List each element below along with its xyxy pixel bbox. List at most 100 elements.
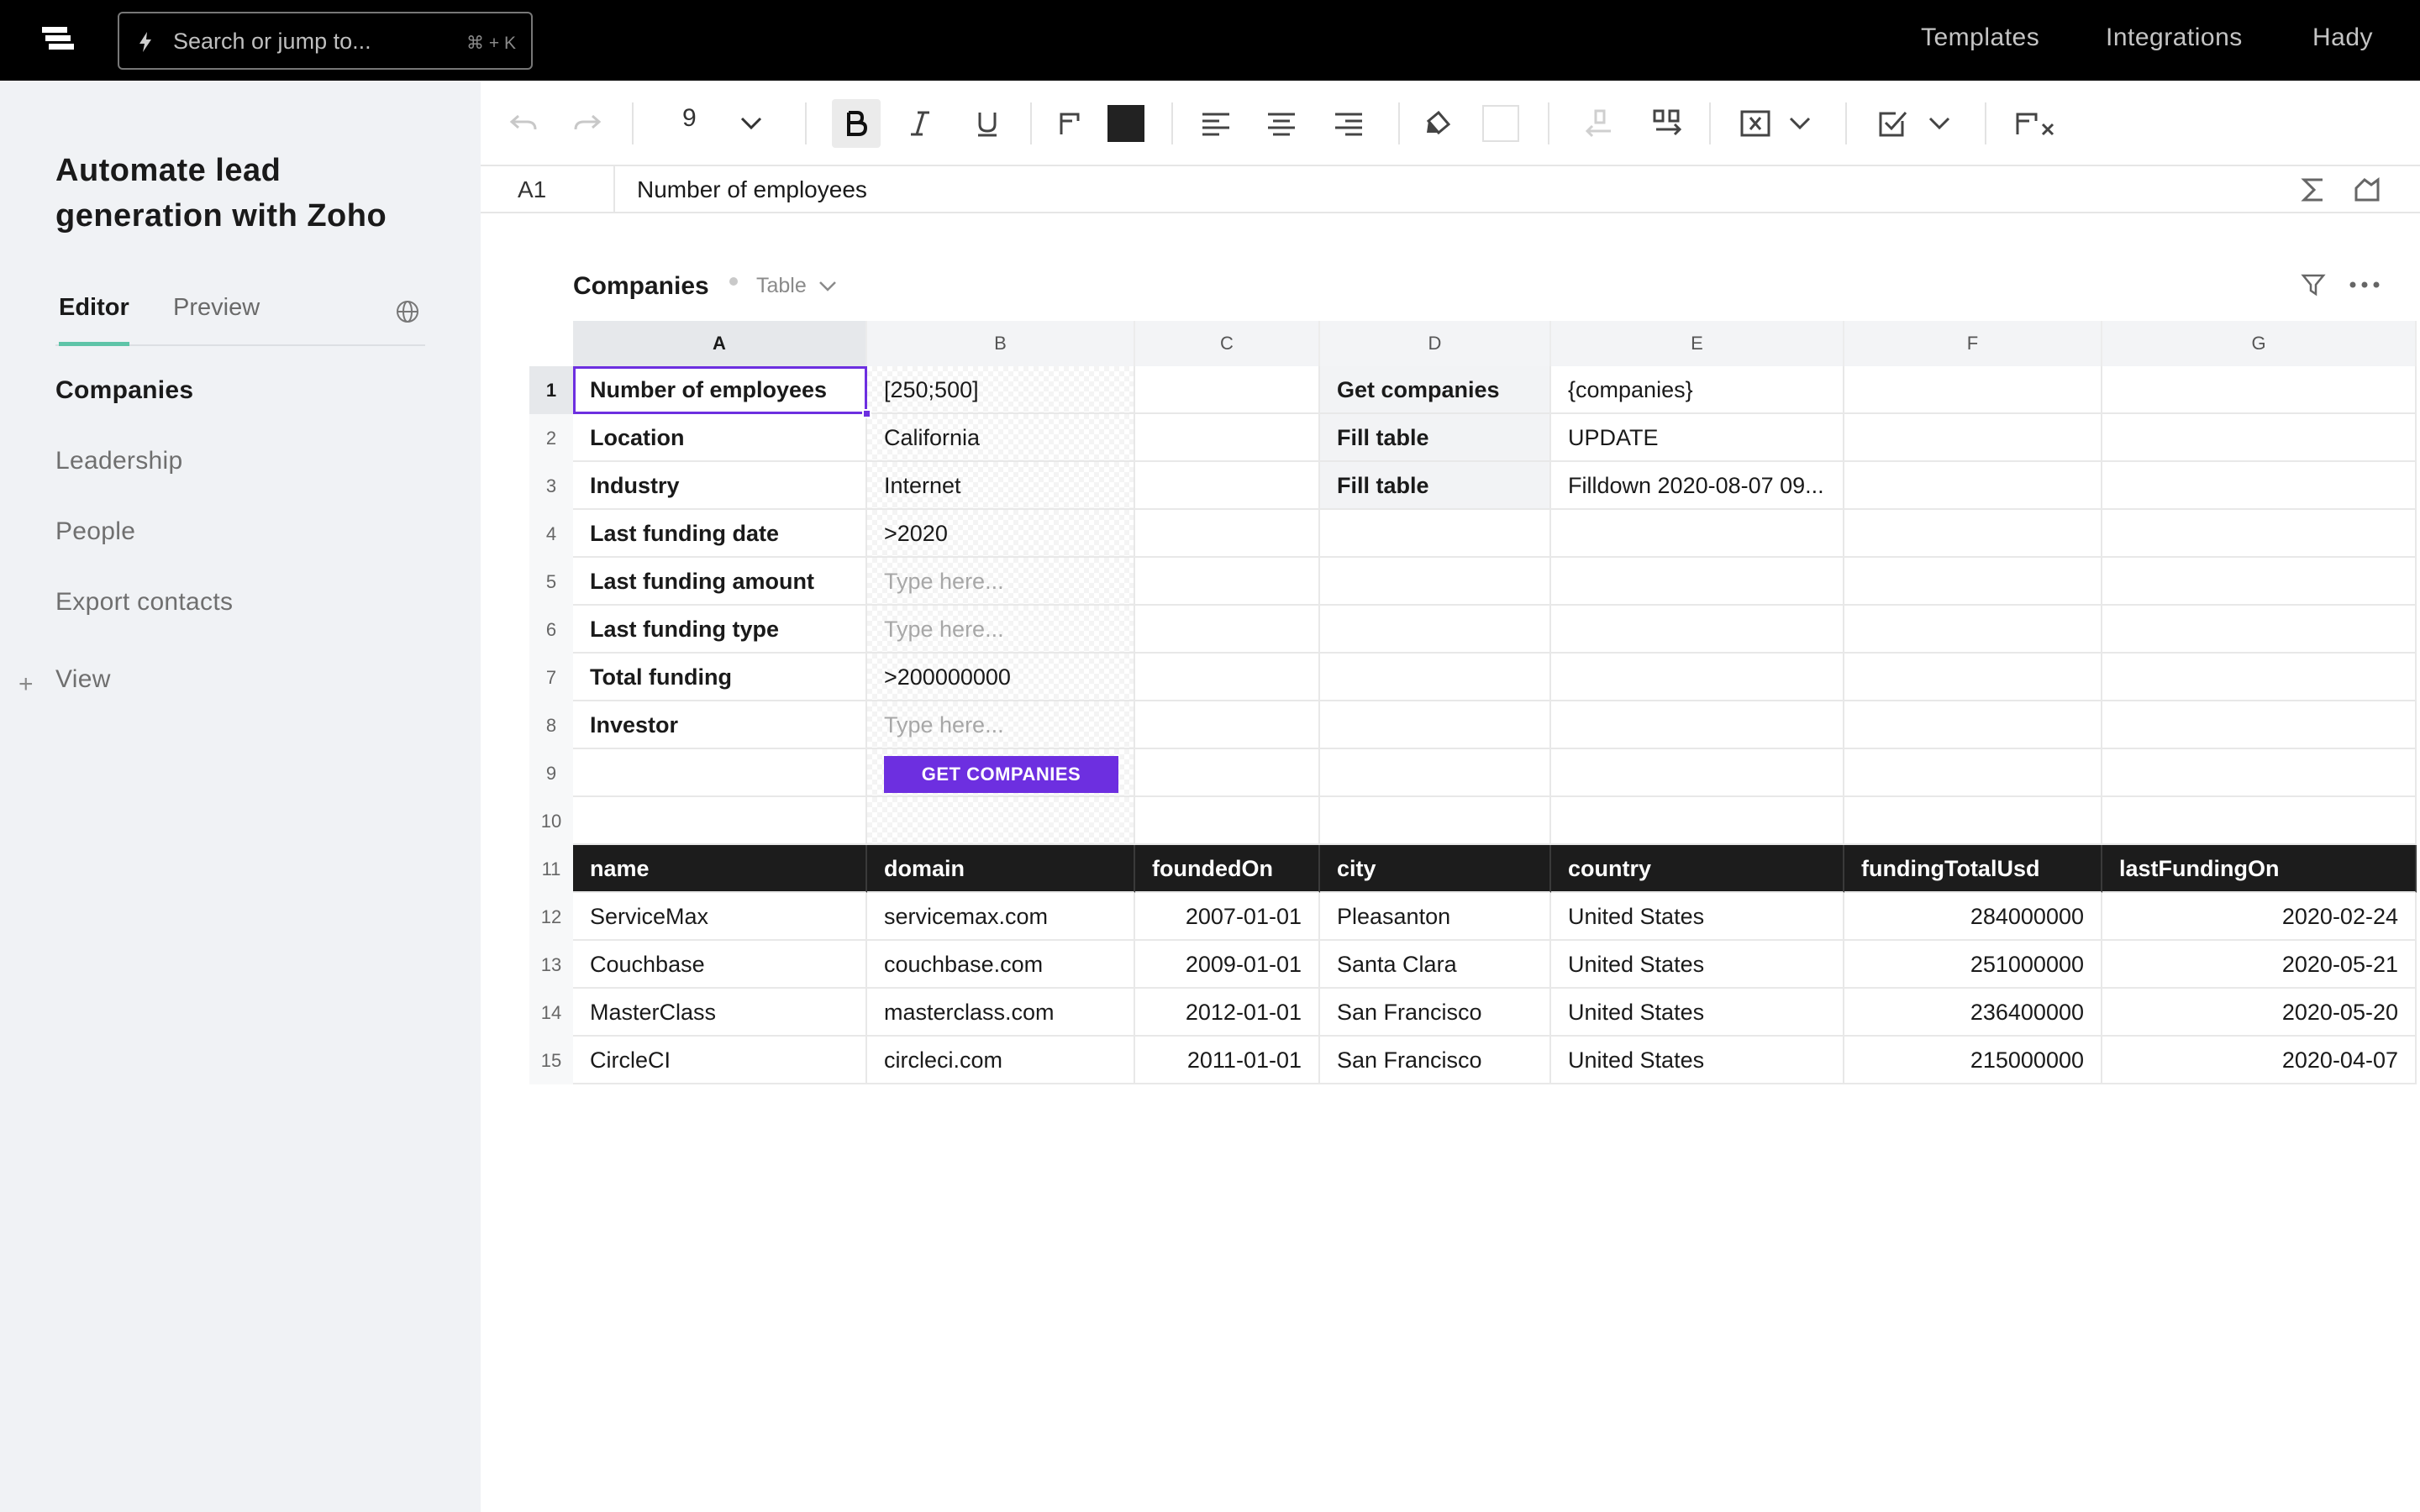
result-cell[interactable]: 2012-01-01 bbox=[1135, 989, 1320, 1037]
param-label[interactable]: Last funding amount bbox=[573, 558, 867, 606]
move-column-button[interactable] bbox=[1647, 104, 1689, 143]
row-number[interactable]: 12 bbox=[529, 893, 573, 941]
param-label[interactable]: Last funding type bbox=[573, 606, 867, 654]
result-cell[interactable]: 236400000 bbox=[1844, 989, 2102, 1037]
sidebar-item-export-contacts[interactable]: Export contacts bbox=[55, 588, 233, 617]
result-cell[interactable]: 2007-01-01 bbox=[1135, 893, 1320, 941]
nav-integrations[interactable]: Integrations bbox=[2106, 24, 2243, 52]
function-icon[interactable] bbox=[2353, 176, 2381, 203]
result-column-header[interactable]: name bbox=[573, 845, 867, 893]
action-label[interactable]: Get companies bbox=[1320, 366, 1551, 414]
table-cell[interactable] bbox=[1844, 558, 2102, 606]
result-cell[interactable]: United States bbox=[1551, 1037, 1844, 1084]
result-cell[interactable]: United States bbox=[1551, 989, 1844, 1037]
table-cell[interactable] bbox=[1320, 510, 1551, 558]
tab-editor[interactable]: Editor bbox=[59, 294, 129, 346]
table-cell[interactable] bbox=[1135, 701, 1320, 749]
column-header-f[interactable]: F bbox=[1844, 321, 2102, 366]
plus-icon[interactable]: + bbox=[18, 670, 34, 699]
param-input[interactable]: Type here... bbox=[867, 606, 1135, 654]
param-value[interactable]: Internet bbox=[867, 462, 1135, 510]
param-label[interactable]: Industry bbox=[573, 462, 867, 510]
table-cell[interactable] bbox=[1320, 606, 1551, 654]
table-cell[interactable] bbox=[1551, 510, 1844, 558]
checkbox-dropdown[interactable] bbox=[1923, 104, 1956, 143]
column-header-g[interactable]: G bbox=[2102, 321, 2417, 366]
search-input[interactable]: Search or jump to... ⌘ + K bbox=[118, 12, 533, 70]
table-cell[interactable] bbox=[1551, 654, 1844, 701]
row-number[interactable]: 15 bbox=[529, 1037, 573, 1084]
filter-icon[interactable] bbox=[2301, 272, 2326, 297]
result-cell[interactable]: servicemax.com bbox=[867, 893, 1135, 941]
param-value[interactable]: >200000000 bbox=[867, 654, 1135, 701]
table-cell[interactable] bbox=[1551, 558, 1844, 606]
table-cell[interactable] bbox=[2102, 797, 2417, 845]
row-number[interactable]: 1 bbox=[529, 366, 573, 414]
table-cell[interactable] bbox=[2102, 701, 2417, 749]
row-number[interactable]: 2 bbox=[529, 414, 573, 462]
add-view-button[interactable]: View bbox=[55, 665, 111, 694]
result-cell[interactable]: couchbase.com bbox=[867, 941, 1135, 989]
get-companies-button[interactable]: GET COMPANIES bbox=[884, 756, 1118, 793]
param-label[interactable]: Last funding date bbox=[573, 510, 867, 558]
table-cell[interactable] bbox=[1135, 797, 1320, 845]
sidebar-item-people[interactable]: People bbox=[55, 517, 135, 546]
formula-input[interactable]: Number of employees bbox=[637, 176, 867, 203]
param-value[interactable]: >2020 bbox=[867, 510, 1135, 558]
column-header-b[interactable]: B bbox=[867, 321, 1135, 366]
table-cell[interactable] bbox=[2102, 558, 2417, 606]
more-options-icon[interactable] bbox=[2349, 281, 2380, 289]
insert-left-button[interactable] bbox=[1578, 104, 1620, 143]
param-label[interactable]: Location bbox=[573, 414, 867, 462]
result-cell[interactable]: United States bbox=[1551, 893, 1844, 941]
merge-button[interactable] bbox=[1736, 104, 1775, 143]
table-cell[interactable] bbox=[1844, 366, 2102, 414]
table-cell[interactable] bbox=[1844, 797, 2102, 845]
result-cell[interactable]: MasterClass bbox=[573, 989, 867, 1037]
column-header-e[interactable]: E bbox=[1551, 321, 1844, 366]
column-header-d[interactable]: D bbox=[1320, 321, 1551, 366]
table-cell[interactable] bbox=[1135, 462, 1320, 510]
result-cell[interactable]: United States bbox=[1551, 941, 1844, 989]
checkbox-button[interactable] bbox=[1874, 104, 1912, 143]
action-label[interactable]: Fill table bbox=[1320, 414, 1551, 462]
row-number[interactable]: 4 bbox=[529, 510, 573, 558]
globe-icon[interactable] bbox=[395, 299, 420, 324]
table-cell[interactable] bbox=[1135, 558, 1320, 606]
result-cell[interactable]: 2020-02-24 bbox=[2102, 893, 2417, 941]
column-header-c[interactable]: C bbox=[1135, 321, 1320, 366]
action-value[interactable]: {companies} bbox=[1551, 366, 1844, 414]
result-cell[interactable]: 215000000 bbox=[1844, 1037, 2102, 1084]
table-cell[interactable] bbox=[1844, 701, 2102, 749]
table-cell[interactable] bbox=[1551, 797, 1844, 845]
result-column-header[interactable]: lastFundingOn bbox=[2102, 845, 2417, 893]
row-number[interactable]: 10 bbox=[529, 797, 573, 845]
nav-templates[interactable]: Templates bbox=[1921, 24, 2039, 52]
action-value[interactable]: UPDATE bbox=[1551, 414, 1844, 462]
table-cell[interactable] bbox=[573, 749, 867, 797]
table-cell[interactable] bbox=[1844, 462, 2102, 510]
table-type-dropdown[interactable]: Table bbox=[756, 274, 807, 298]
result-cell[interactable]: 2011-01-01 bbox=[1135, 1037, 1320, 1084]
result-cell[interactable]: 284000000 bbox=[1844, 893, 2102, 941]
param-value[interactable]: [250;500] bbox=[867, 366, 1135, 414]
result-column-header[interactable]: fundingTotalUsd bbox=[1844, 845, 2102, 893]
result-column-header[interactable]: domain bbox=[867, 845, 1135, 893]
table-cell[interactable] bbox=[1135, 749, 1320, 797]
table-cell[interactable] bbox=[867, 797, 1135, 845]
align-left-button[interactable] bbox=[1197, 104, 1235, 143]
underline-button[interactable] bbox=[968, 104, 1007, 143]
table-cell[interactable] bbox=[2102, 366, 2417, 414]
font-size-dropdown[interactable] bbox=[734, 104, 768, 143]
param-label[interactable]: Investor bbox=[573, 701, 867, 749]
param-input[interactable]: Type here... bbox=[867, 701, 1135, 749]
row-number[interactable]: 5 bbox=[529, 558, 573, 606]
param-input[interactable]: Type here... bbox=[867, 558, 1135, 606]
result-cell[interactable]: circleci.com bbox=[867, 1037, 1135, 1084]
merge-dropdown[interactable] bbox=[1783, 104, 1817, 143]
result-cell[interactable]: masterclass.com bbox=[867, 989, 1135, 1037]
result-column-header[interactable]: country bbox=[1551, 845, 1844, 893]
undo-button[interactable] bbox=[504, 104, 543, 143]
sidebar-item-companies[interactable]: Companies bbox=[55, 376, 193, 405]
column-header-a[interactable]: A bbox=[573, 321, 867, 366]
